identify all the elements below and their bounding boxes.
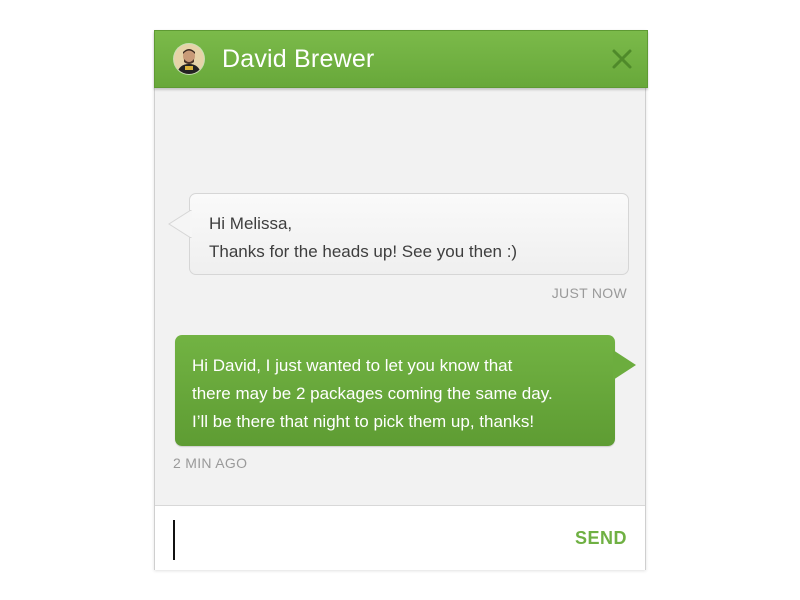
chat-header: David Brewer: [154, 30, 648, 88]
user-avatar-icon: [174, 44, 204, 74]
contact-avatar[interactable]: [174, 44, 204, 74]
incoming-message-text: Hi Melissa, Thanks for the heads up! See…: [209, 214, 518, 261]
contact-name: David Brewer: [222, 45, 375, 73]
outgoing-message-bubble: Hi David, I just wanted to let you know …: [175, 335, 636, 446]
bubble-tail-icon: [613, 350, 636, 380]
close-button[interactable]: [611, 48, 633, 70]
incoming-message-timestamp: JUST NOW: [551, 285, 627, 301]
chat-window: David Brewer Hi Melissa, Thanks for the …: [154, 30, 648, 570]
send-button[interactable]: SEND: [575, 528, 627, 549]
message-input[interactable]: [173, 518, 553, 558]
outgoing-message-text: Hi David, I just wanted to let you know …: [192, 356, 553, 431]
incoming-message-bubble: Hi Melissa, Thanks for the heads up! See…: [168, 193, 629, 275]
close-icon: [612, 49, 632, 69]
text-caret: [173, 520, 175, 560]
message-composer: SEND: [155, 505, 645, 570]
outgoing-message-timestamp: 2 MIN AGO: [173, 455, 248, 471]
bubble-tail-icon: [168, 210, 192, 238]
